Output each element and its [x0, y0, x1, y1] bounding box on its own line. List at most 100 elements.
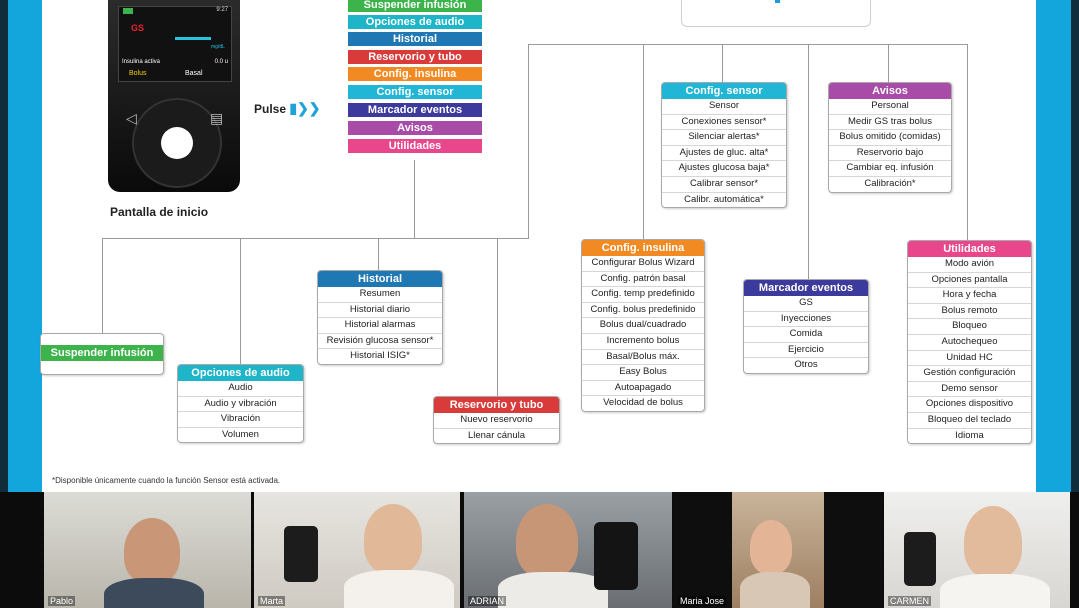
box-item[interactable]: Audio [178, 381, 303, 396]
active-insulin-label: Insulina activa [122, 59, 161, 65]
participant-name: Pablo [48, 596, 76, 606]
active-insulin-value: 0.0 u [214, 59, 228, 65]
box-item[interactable]: Historial diario [318, 301, 442, 318]
main-menu-item[interactable]: Suspender infusión [348, 0, 482, 12]
box-item[interactable]: Config. temp predefinido [582, 286, 704, 302]
box-item[interactable]: Config. patrón basal [582, 270, 704, 287]
participant-name: Maria Jose [678, 596, 727, 606]
box-suspender: Suspender infusión [40, 333, 164, 375]
box-item[interactable]: Resumen [318, 287, 442, 302]
box-item[interactable]: Calibrar sensor* [662, 175, 786, 192]
box-item[interactable]: Medir GS tras bolus [829, 113, 951, 130]
box-item[interactable]: Ejercicio [744, 341, 868, 358]
box-item[interactable]: Autoapagado [582, 379, 704, 396]
box-title[interactable]: Utilidades [908, 241, 1031, 257]
box-item[interactable]: Incremento bolus [582, 332, 704, 349]
box-item[interactable]: Calibr. automática* [662, 191, 786, 208]
box-item[interactable]: Sensor [662, 99, 786, 114]
pulse-label: Pulse ▮❯❯ [254, 100, 321, 117]
select-button[interactable] [161, 127, 193, 159]
main-menu-item[interactable]: Config. insulina [348, 67, 482, 81]
box-item[interactable]: Idioma [908, 427, 1031, 444]
main-menu-item[interactable]: Historial [348, 32, 482, 46]
box-item[interactable]: GS [744, 296, 868, 311]
box-item[interactable]: Bolus remoto [908, 302, 1031, 319]
box-sensor: Config. sensor Sensor Conexiones sensor* Si… [661, 82, 787, 209]
footnote: *Disponible únicamente cuando la función… [52, 476, 281, 485]
box-item[interactable]: Modo avión [908, 257, 1031, 272]
box-item[interactable]: Config. bolus predefinido [582, 301, 704, 318]
basal-label: Basal [185, 70, 203, 77]
box-title[interactable]: Opciones de audio [178, 365, 303, 381]
box-item[interactable]: Historial ISIG* [318, 348, 442, 364]
participant-tile-3[interactable]: ADRIAN [464, 492, 672, 608]
top-box [681, 0, 871, 27]
box-item[interactable]: Otros [744, 357, 868, 373]
units-label: mg/dL [211, 44, 225, 50]
box-item[interactable]: Reservorio bajo [829, 144, 951, 161]
box-title[interactable]: Config. insulina [582, 240, 704, 256]
box-item[interactable]: Opciones dispositivo [908, 396, 1031, 412]
box-item[interactable]: Llenar cánula [434, 427, 559, 444]
box-title[interactable]: Avisos [829, 83, 951, 99]
box-utilidades: Utilidades Modo avión Opciones pantalla Hor… [907, 240, 1032, 445]
box-item[interactable]: Bloqueo [908, 318, 1031, 334]
main-menu-item[interactable]: Marcador eventos [348, 103, 482, 117]
participant-tile-5[interactable]: CARMEN [884, 492, 1070, 608]
home-screen-caption: Pantalla de inicio [110, 205, 209, 219]
box-title[interactable]: Historial [318, 271, 442, 287]
top-box-mark [775, 0, 780, 3]
box-title[interactable]: Config. sensor [662, 83, 786, 99]
box-item[interactable]: Hora y fecha [908, 287, 1031, 303]
box-item[interactable]: Personal [829, 99, 951, 114]
box-item[interactable]: Revisión glucosa sensor* [318, 332, 442, 349]
box-item[interactable]: Ajustes de gluc. alta* [662, 144, 786, 161]
participant-name: CARMEN [888, 596, 932, 606]
slide: 9:27 GS mg/dL Insulina activa 0.0 u Bolu… [0, 0, 1079, 608]
box-item[interactable]: Opciones pantalla [908, 271, 1031, 288]
box-item[interactable]: Silenciar alertas* [662, 129, 786, 145]
box-item[interactable]: Bolus omitido (comidas) [829, 129, 951, 145]
menu-icon[interactable]: ▤ [210, 110, 223, 127]
box-item[interactable]: Bolus dual/cuadrado [582, 317, 704, 333]
main-menu-item[interactable]: Reservorio y tubo [348, 50, 482, 64]
pulse-text: Pulse [254, 102, 287, 116]
box-item[interactable]: Basal/Bolus máx. [582, 348, 704, 365]
participant-tile-1[interactable]: Pablo [44, 492, 251, 608]
back-icon[interactable]: ◁ [126, 110, 137, 127]
main-menu-item[interactable]: Config. sensor [348, 85, 482, 99]
box-item[interactable]: Unidad HC [908, 349, 1031, 366]
box-item[interactable]: Ajustes glucosa baja* [662, 160, 786, 176]
main-menu-item[interactable]: Opciones de audio [348, 15, 482, 29]
box-item[interactable]: Audio y vibración [178, 395, 303, 412]
box-avisos: Avisos Personal Medir GS tras bolus Bolus o… [828, 82, 952, 193]
box-item[interactable]: Nuevo reservorio [434, 413, 559, 428]
pump-screen: 9:27 GS mg/dL Insulina activa 0.0 u Bolu… [118, 6, 232, 82]
box-item[interactable]: Autochequeo [908, 333, 1031, 350]
box-item[interactable]: Velocidad de bolus [582, 395, 704, 411]
box-reservorio: Reservorio y tubo Nuevo reservorio Llenar … [433, 396, 560, 445]
box-item[interactable]: Easy Bolus [582, 364, 704, 380]
pump-dpad[interactable] [134, 100, 220, 186]
box-item[interactable]: Cambiar eq. infusión [829, 160, 951, 176]
box-item[interactable]: Volumen [178, 426, 303, 443]
main-menu-item[interactable]: Avisos [348, 121, 482, 135]
box-title[interactable]: Marcador eventos [744, 280, 868, 296]
box-item[interactable]: Calibración* [829, 175, 951, 192]
participant-tile-4[interactable]: Maria Jose [674, 492, 882, 608]
box-marcador: Marcador eventos GS Inyecciones Comida Ejerc… [743, 279, 869, 374]
box-title[interactable]: Suspender infusión [41, 345, 163, 361]
box-title[interactable]: Reservorio y tubo [434, 397, 559, 413]
box-item[interactable]: Demo sensor [908, 380, 1031, 397]
main-menu-item[interactable]: Utilidades [348, 139, 482, 153]
box-item[interactable]: Conexiones sensor* [662, 113, 786, 130]
participant-tile-2[interactable]: Marta [254, 492, 460, 608]
box-item[interactable]: Vibración [178, 411, 303, 427]
box-item[interactable]: Inyecciones [744, 310, 868, 327]
box-item[interactable]: Gestión configuración [908, 365, 1031, 381]
gs-label: GS [131, 23, 145, 33]
box-item[interactable]: Configurar Bolus Wizard [582, 256, 704, 271]
box-item[interactable]: Comida [744, 326, 868, 342]
box-item[interactable]: Bloqueo del teclado [908, 411, 1031, 428]
box-item[interactable]: Historial alarmas [318, 317, 442, 333]
